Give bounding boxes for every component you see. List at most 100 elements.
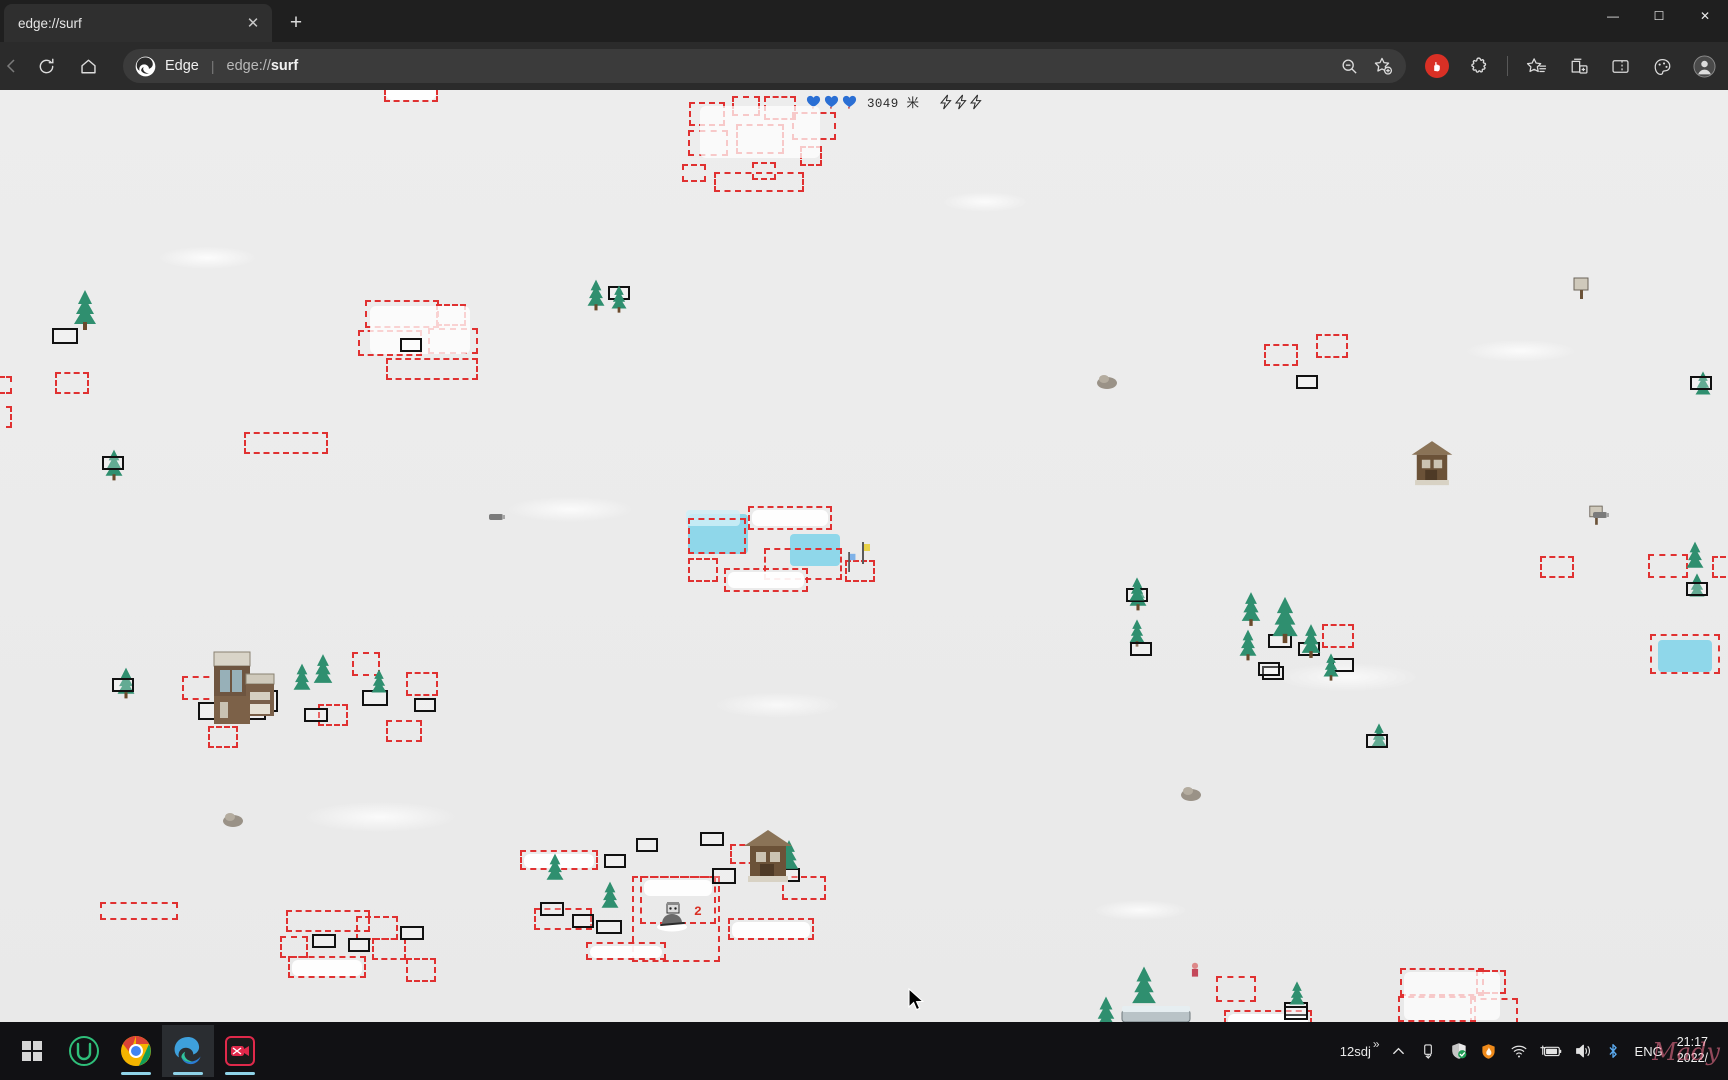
address-bar[interactable]: Edge | edge://surf: [123, 49, 1406, 83]
pine-tree-sprite: [1301, 624, 1321, 658]
tree-collider: [112, 678, 134, 692]
tree-collider: [604, 854, 626, 868]
snow-mound: [644, 880, 712, 896]
pine-tree-sprite: [1097, 996, 1115, 1022]
tree-collider: [1258, 662, 1280, 676]
obstacle-hitbox: [688, 518, 746, 554]
windows-security-icon[interactable]: [1445, 1025, 1473, 1077]
snow-cannon-sprite: [489, 514, 505, 520]
chevron-up-icon[interactable]: [1385, 1025, 1413, 1077]
obstacle-hitbox: [0, 376, 12, 394]
back-arrow-icon[interactable]: [2, 49, 22, 83]
battery-charging-icon[interactable]: [1535, 1025, 1567, 1077]
game-hud: 3049 米: [806, 92, 983, 111]
add-favorite-star-icon[interactable]: [1367, 51, 1399, 81]
rock-sprite: [223, 813, 243, 827]
obstacle-hitbox: [1216, 976, 1256, 1002]
profile-icon[interactable]: [1686, 49, 1722, 83]
pine-tree-sprite: [1323, 653, 1339, 681]
pine-tree-sprite: [546, 853, 564, 880]
taskbar-app-google-chrome[interactable]: [110, 1025, 162, 1077]
favorites-icon[interactable]: [1518, 49, 1554, 83]
snow-mound: [732, 922, 810, 938]
tab-strip: edge://surf ✕ + — ☐ ✕: [0, 0, 1728, 42]
tree-collider: [712, 868, 736, 884]
taskbar-app-screen-recorder[interactable]: [214, 1025, 266, 1077]
browser-essentials-icon[interactable]: [1644, 49, 1680, 83]
browser-tab[interactable]: edge://surf ✕: [4, 4, 272, 42]
snow-mound: [1404, 972, 1500, 1020]
surf-game-viewport[interactable]: 3049 米 2: [0, 90, 1728, 1022]
volume-icon[interactable]: [1569, 1025, 1597, 1077]
tree-collider: [596, 920, 622, 934]
tree-collider: [636, 838, 658, 852]
wifi-icon[interactable]: [1505, 1025, 1533, 1077]
obstacle-hitbox: [1316, 334, 1348, 358]
skier-npc-sprite: [1191, 962, 1199, 977]
windows-start-icon[interactable]: [6, 1025, 58, 1077]
taskbar-app-iobit-uninstaller[interactable]: [58, 1025, 110, 1077]
language-indicator[interactable]: ENG: [1629, 1044, 1669, 1059]
obstacle-hitbox: [386, 720, 422, 742]
close-tab-icon[interactable]: ✕: [242, 12, 264, 34]
maximize-button[interactable]: ☐: [1636, 0, 1682, 32]
zoom-out-icon[interactable]: [1333, 51, 1365, 81]
pine-tree-sprite: [371, 669, 387, 693]
pine-tree-sprite: [1686, 541, 1704, 568]
heart-icon: [842, 95, 857, 109]
tree-collider: [348, 938, 370, 952]
obstacle-hitbox: [356, 916, 398, 940]
pine-tree-sprite: [74, 290, 96, 330]
usb-eject-icon[interactable]: [1415, 1025, 1443, 1077]
tree-collider: [572, 914, 594, 928]
tree-collider: [400, 926, 424, 940]
adblock-button[interactable]: [1419, 49, 1455, 83]
distance-counter: 3049 米: [867, 97, 920, 111]
obstacle-hitbox: [406, 672, 438, 696]
clock-time: 21:17: [1676, 1035, 1708, 1050]
tree-collider: [102, 456, 124, 470]
refresh-icon[interactable]: [28, 49, 64, 83]
tray-label[interactable]: 12sdj »: [1335, 1025, 1383, 1077]
adblock-icon: [1425, 54, 1449, 78]
lightning-bolt-icon: [970, 94, 983, 109]
tree-collider: [304, 708, 328, 722]
obstacle-hitbox: [688, 558, 718, 582]
omnibox-url-prefix: edge://: [226, 58, 271, 74]
obstacle-hitbox: [714, 172, 804, 192]
desktop-screen: edge://surf ✕ + — ☐ ✕ Edge | edge://surf…: [0, 0, 1728, 1080]
tree-collider: [414, 698, 436, 712]
firewall-shield-icon[interactable]: [1475, 1025, 1503, 1077]
omnibox-divider: |: [210, 58, 215, 74]
home-icon[interactable]: [70, 49, 106, 83]
flag-sprite: [848, 552, 856, 572]
omnibox-brand-label: Edge: [165, 58, 199, 74]
tree-collider: [540, 902, 564, 916]
split-screen-icon[interactable]: [1602, 49, 1638, 83]
tree-collider: [1130, 642, 1152, 656]
close-window-button[interactable]: ✕: [1682, 0, 1728, 32]
lightning-bolt-icon: [940, 94, 953, 109]
minimize-button[interactable]: —: [1590, 0, 1636, 32]
toolbar-separator: [1507, 56, 1508, 76]
bluetooth-icon[interactable]: [1599, 1025, 1627, 1077]
overflow-chevron-icon[interactable]: »: [1373, 1037, 1380, 1051]
obstacle-hitbox: [1650, 634, 1720, 674]
pine-tree-sprite: [1241, 592, 1261, 626]
clock-date: 2022/: [1676, 1051, 1708, 1065]
new-tab-button[interactable]: +: [280, 7, 312, 39]
rock-sprite: [1097, 375, 1117, 389]
collections-icon[interactable]: [1560, 49, 1596, 83]
snow-mound: [386, 90, 436, 100]
taskbar-app-microsoft-edge[interactable]: [162, 1025, 214, 1077]
running-indicator: [225, 1072, 255, 1075]
clock[interactable]: 21:17 2022/: [1671, 1025, 1718, 1077]
lodge-building-sprite: [744, 830, 792, 882]
pine-tree-sprite: [587, 279, 605, 311]
pine-tree-sprite: [293, 663, 311, 690]
bench-sprite: [1121, 1006, 1191, 1022]
extensions-icon[interactable]: [1461, 49, 1497, 83]
obstacle-hitbox: [1322, 624, 1354, 648]
snow-mound: [292, 960, 362, 976]
tree-collider: [1690, 376, 1712, 390]
